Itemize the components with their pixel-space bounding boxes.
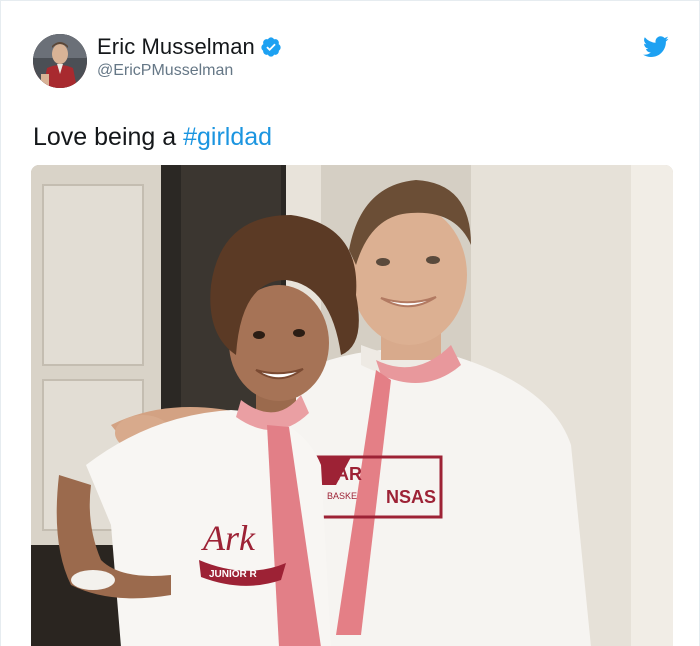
dad-shirt-text-small: BASKE — [327, 491, 357, 501]
photo-image: AR NSAS BASKE Ark JUNIOR R — [31, 165, 673, 646]
verified-badge-icon — [260, 36, 282, 58]
dad-shirt-text-right: NSAS — [386, 487, 436, 507]
author-avatar[interactable] — [33, 34, 87, 88]
avatar-photo — [33, 34, 87, 88]
hashtag-link[interactable]: #girldad — [183, 123, 272, 151]
girl-shirt-text-script: Ark — [201, 518, 256, 558]
author-info[interactable]: Eric Musselman @EricPMusselman — [97, 33, 282, 80]
twitter-bird-icon[interactable] — [643, 36, 669, 58]
dad-shirt-text-top: AR — [336, 464, 362, 484]
author-handle[interactable]: @EricPMusselman — [97, 62, 282, 80]
tweet-text: Love being a #girldad — [33, 123, 272, 152]
display-name-row: Eric Musselman — [97, 33, 282, 61]
tweet-photo[interactable]: AR NSAS BASKE Ark JUNIOR R — [31, 165, 673, 646]
author-display-name[interactable]: Eric Musselman — [97, 34, 255, 60]
tweet-text-body: Love being a — [33, 123, 184, 151]
girl-shirt-text-small: JUNIOR R — [209, 569, 258, 580]
tweet-card: Eric Musselman @EricPMusselman Love bein… — [0, 0, 700, 646]
